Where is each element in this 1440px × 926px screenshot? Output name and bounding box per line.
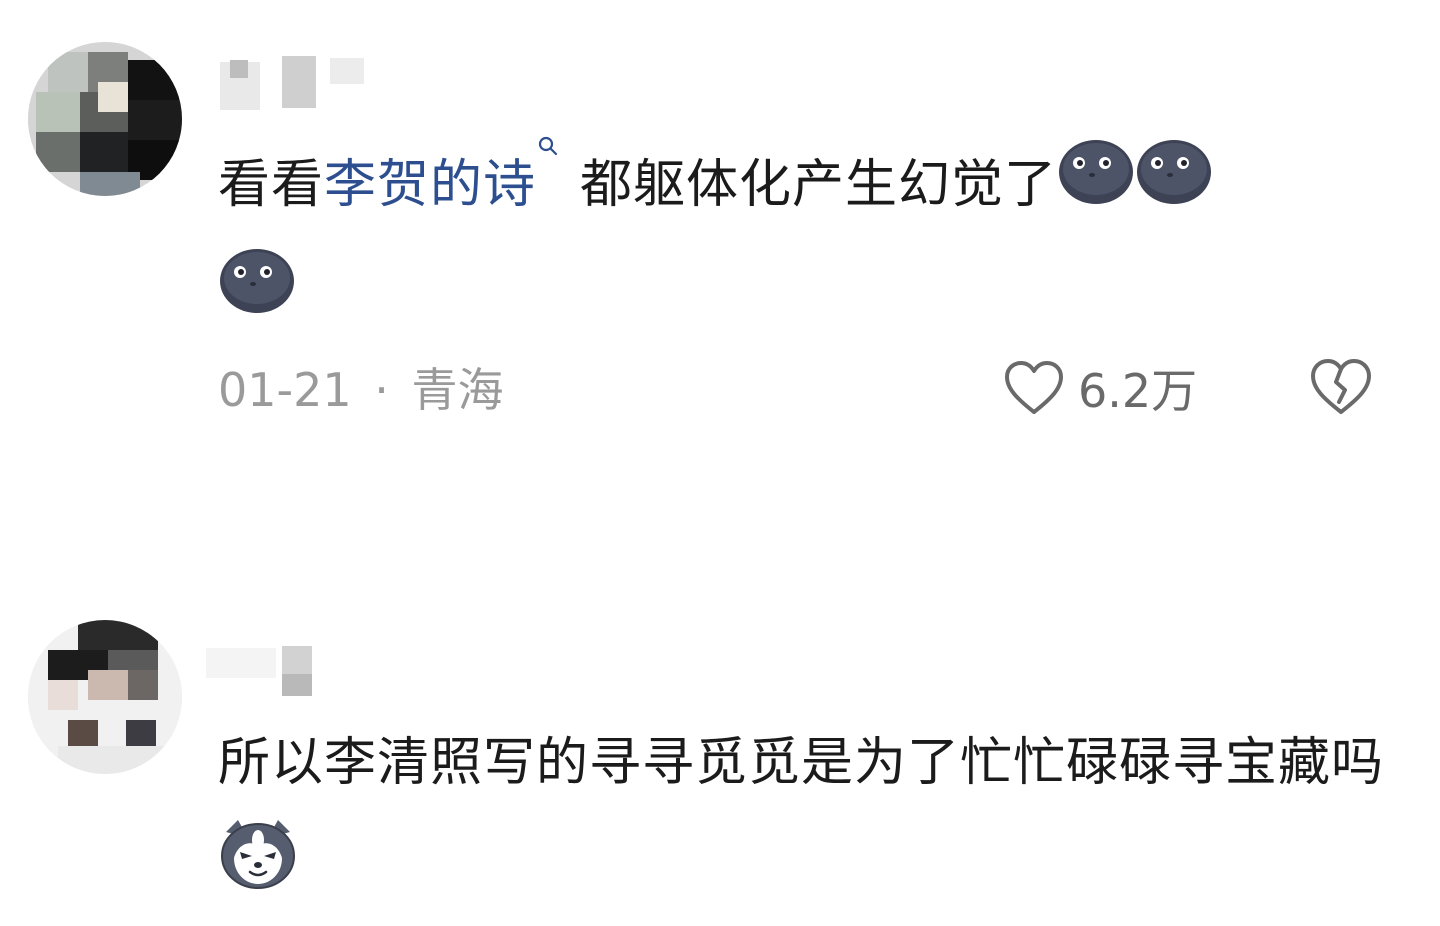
- husky-dog-emoji: [218, 818, 298, 926]
- like-count: 6.2万: [1078, 364, 1198, 418]
- comment-text-suffix: 都躯体化产生幻觉了: [580, 155, 1058, 215]
- comment-text: 所以李清照写的寻寻觅觅是为了忙忙碌碌寻宝藏吗: [218, 710, 1398, 926]
- comment-location: 青海: [411, 363, 504, 417]
- avatar[interactable]: [28, 42, 182, 196]
- comment-text-body: 所以李清照写的寻寻觅觅是为了忙忙碌碌寻宝藏吗: [218, 733, 1385, 793]
- username[interactable]: [206, 640, 336, 696]
- dark-blob-emoji: [218, 244, 296, 350]
- dark-blob-emoji: [1135, 135, 1213, 241]
- comment-text-prefix: 看看: [218, 155, 325, 215]
- comment-text: 看看李贺的诗 都躯体化产生幻觉了: [218, 132, 1398, 350]
- heart-icon: [1005, 361, 1063, 414]
- poem-link[interactable]: 李贺的诗: [324, 155, 536, 215]
- comment-meta: 01-21 · 青海: [218, 360, 504, 420]
- dark-blob-emoji: [1057, 135, 1135, 241]
- meta-separator: ·: [374, 363, 389, 417]
- like-button[interactable]: 6.2万: [1004, 358, 1197, 418]
- comment-date: 01-21: [218, 363, 352, 417]
- avatar[interactable]: [28, 620, 182, 774]
- username[interactable]: [206, 56, 366, 110]
- search-icon[interactable]: [536, 132, 558, 172]
- broken-heart-icon[interactable]: [1310, 358, 1372, 416]
